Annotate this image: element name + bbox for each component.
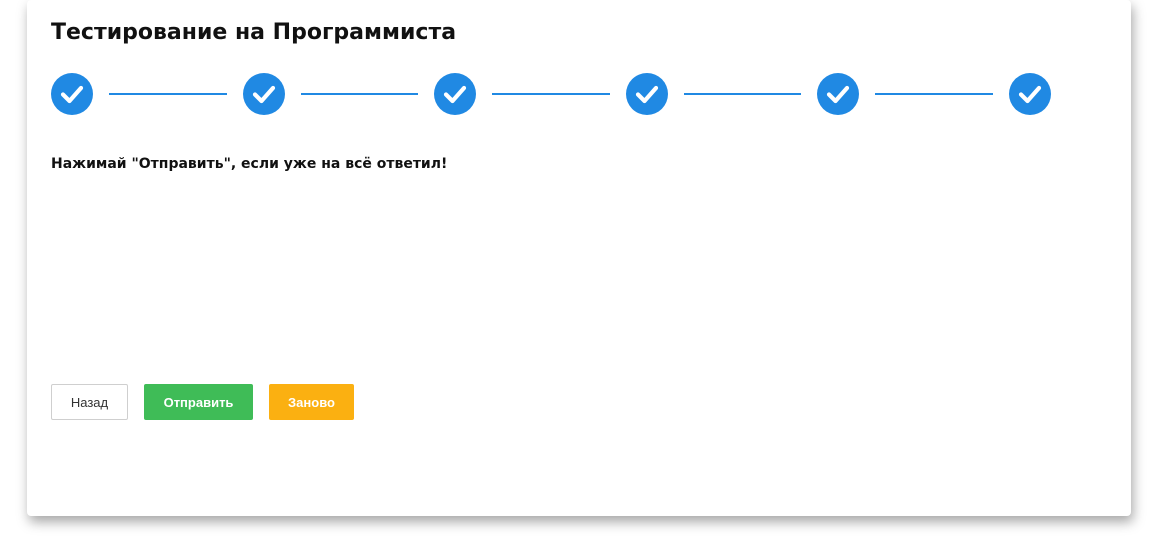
checkmark-icon [60,85,84,104]
restart-button[interactable]: Заново [269,384,354,420]
submit-button[interactable]: Отправить [144,384,253,420]
step-3[interactable] [434,73,476,115]
step-4[interactable] [626,73,668,115]
progress-stepper [51,73,1051,115]
step-1[interactable] [51,73,93,115]
checkmark-icon [635,85,659,104]
checkmark-icon [1018,85,1042,104]
checkmark-icon [443,85,467,104]
step-5[interactable] [817,73,859,115]
step-connector [684,93,801,95]
back-button[interactable]: Назад [51,384,128,420]
checkmark-icon [826,85,850,104]
step-connector [875,93,993,95]
instruction-text: Нажимай "Отправить", если уже на всё отв… [51,156,448,172]
step-6[interactable] [1009,73,1051,115]
step-connector [301,93,418,95]
checkmark-icon [252,85,276,104]
page-title: Тестирование на Программиста [51,20,457,45]
step-2[interactable] [243,73,285,115]
step-connector [492,93,610,95]
step-connector [109,93,227,95]
